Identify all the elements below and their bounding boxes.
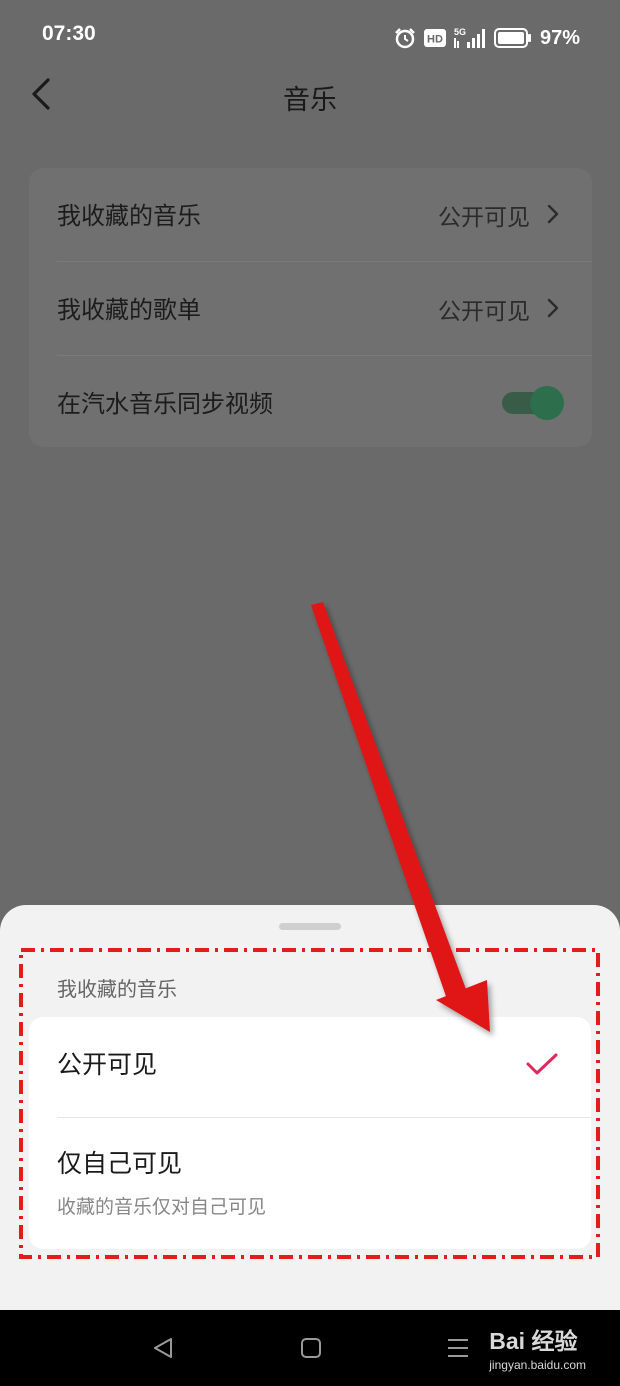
svg-text:HD: HD: [427, 34, 443, 46]
sync-video-toggle[interactable]: [502, 386, 564, 420]
visibility-bottom-sheet: 我收藏的音乐 公开可见 仅自己可见 收藏的音乐仅对自己可见: [0, 905, 620, 1310]
setting-value: 公开可见: [438, 205, 530, 231]
svg-text:5G: 5G: [454, 27, 466, 37]
setting-label: 我收藏的歌单: [57, 296, 201, 324]
status-icons: HD 5G 97%: [394, 24, 580, 52]
option-description: 收藏的音乐仅对自己可见: [57, 1196, 267, 1218]
settings-card: 我收藏的音乐 公开可见 我收藏的歌单 公开可见 在汽水音乐同步视频: [29, 168, 592, 447]
options-card: 公开可见 仅自己可见 收藏的音乐仅对自己可见: [29, 1017, 591, 1249]
watermark-brand: Bai 经验: [489, 1328, 578, 1354]
sheet-title: 我收藏的音乐: [57, 977, 177, 1001]
watermark: Bai 经验 jingyan.baidu.com: [489, 1322, 586, 1372]
back-triangle-icon[interactable]: [151, 1336, 175, 1360]
status-time: 07:30: [42, 22, 96, 45]
battery-icon: [493, 28, 532, 48]
signal-5g-icon: 5G: [453, 26, 486, 50]
hd-icon: HD: [423, 29, 446, 47]
setting-label: 我收藏的音乐: [57, 202, 201, 230]
alarm-icon: [394, 27, 416, 49]
toggle-knob: [530, 386, 564, 420]
checkmark-icon: [526, 1053, 558, 1075]
chevron-right-icon: [547, 204, 559, 224]
setting-label: 在汽水音乐同步视频: [57, 390, 273, 418]
option-label: 仅自己可见: [57, 1149, 183, 1178]
sheet-drag-handle[interactable]: [279, 923, 341, 930]
option-public[interactable]: 公开可见: [29, 1017, 591, 1117]
setting-row-sync-video: 在汽水音乐同步视频: [29, 356, 592, 450]
watermark-url: jingyan.baidu.com: [489, 1358, 586, 1372]
setting-row-favorite-music[interactable]: 我收藏的音乐 公开可见: [29, 168, 592, 262]
option-label: 公开可见: [57, 1050, 158, 1079]
setting-value: 公开可见: [438, 299, 530, 325]
menu-lines-icon[interactable]: [446, 1337, 470, 1359]
home-square-icon[interactable]: [300, 1337, 322, 1359]
chevron-right-icon: [547, 298, 559, 318]
option-private[interactable]: 仅自己可见 收藏的音乐仅对自己可见: [29, 1118, 591, 1249]
page-header: 音乐: [0, 62, 620, 132]
system-nav-bar: Bai 经验 jingyan.baidu.com: [0, 1310, 620, 1386]
page-title: 音乐: [283, 85, 337, 116]
setting-row-favorite-playlist[interactable]: 我收藏的歌单 公开可见: [29, 262, 592, 356]
battery-percentage: 97%: [539, 26, 580, 49]
